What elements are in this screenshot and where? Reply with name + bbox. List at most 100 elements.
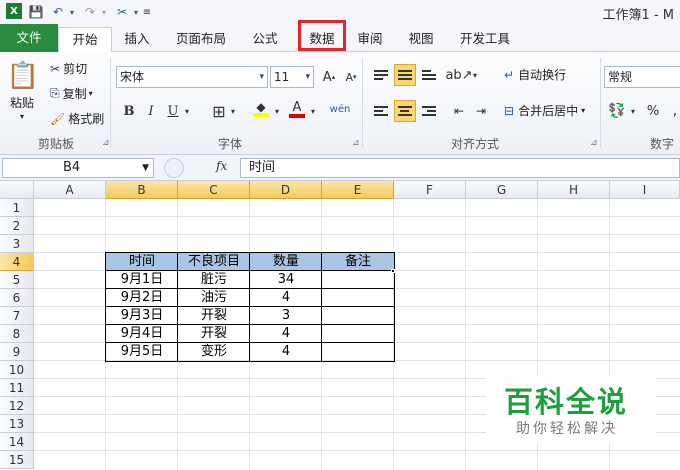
decrease-font-icon[interactable]: A ▾ <box>340 66 362 88</box>
row-header-8[interactable]: 8 <box>0 325 34 343</box>
fill-color-icon[interactable]: ◆ <box>250 98 272 120</box>
bold-button[interactable]: B <box>118 100 140 122</box>
font-group-label: 字体 <box>217 137 242 151</box>
font-color-dropdown-icon[interactable]: ▾ <box>308 100 318 122</box>
column-header-e[interactable]: E <box>322 181 394 199</box>
column-header-c[interactable]: C <box>178 181 250 199</box>
wrap-text-button[interactable]: ↵ 自动换行 <box>504 66 566 83</box>
tab-view[interactable]: 视图 <box>400 27 442 52</box>
column-header-a[interactable]: A <box>34 181 106 199</box>
tab-home[interactable]: 开始 <box>58 27 112 53</box>
column-header-b[interactable]: B <box>106 181 178 199</box>
row-header-1[interactable]: 1 <box>0 199 34 217</box>
copy-button[interactable]: ⎘ 复制 ▾ <box>50 85 93 102</box>
column-header-i[interactable]: I <box>610 181 680 199</box>
customize-toolbar-icon[interactable]: ≡ <box>142 3 152 21</box>
row-header-2[interactable]: 2 <box>0 217 34 235</box>
align-left-icon[interactable] <box>370 100 392 122</box>
orientation-icon[interactable]: ab↗ <box>445 64 472 86</box>
row-header-5[interactable]: 5 <box>0 271 34 289</box>
font-size-combo[interactable]: 11 ▾ <box>270 66 314 88</box>
name-box[interactable]: B4 ▼ <box>2 158 154 178</box>
comma-style-icon[interactable]: , <box>664 100 680 122</box>
insert-function-icon[interactable]: fx <box>216 159 227 173</box>
group-divider <box>110 58 111 148</box>
chevron-down-icon: ▾ <box>259 72 264 82</box>
alignment-launcher-icon[interactable]: ⊿ <box>590 138 598 148</box>
column-header-d[interactable]: D <box>250 181 322 199</box>
row-header-3[interactable]: 3 <box>0 235 34 253</box>
tab-developer[interactable]: 开发工具 <box>452 27 518 52</box>
row-header-12[interactable]: 12 <box>0 397 34 415</box>
align-middle-icon[interactable] <box>394 64 416 86</box>
font-launcher-icon[interactable]: ⊿ <box>352 138 360 148</box>
row-header-4[interactable]: 4 <box>0 253 34 271</box>
currency-icon[interactable]: 💱 <box>606 100 628 122</box>
tab-page-layout[interactable]: 页面布局 <box>168 27 234 52</box>
row-header-6[interactable]: 6 <box>0 289 34 307</box>
cut-button[interactable]: ✂ 剪切 <box>50 60 87 77</box>
name-box-value: B4 <box>63 160 81 175</box>
number-format-combo[interactable]: 常规 <box>604 66 680 88</box>
row-header-15[interactable]: 15 <box>0 451 34 469</box>
formula-bar-resize-handle[interactable] <box>164 158 184 178</box>
column-header-g[interactable]: G <box>466 181 538 199</box>
row-header-14[interactable]: 14 <box>0 433 34 451</box>
format-painter-button[interactable]: 🖌 格式刷 <box>50 110 104 127</box>
align-bottom-icon[interactable] <box>418 64 440 86</box>
paste-dropdown-icon[interactable]: ▾ <box>20 112 24 121</box>
undo-icon[interactable]: ↶ <box>50 3 66 21</box>
select-all-corner[interactable] <box>0 181 34 199</box>
increase-font-icon[interactable]: A ▴ <box>318 66 340 88</box>
phonetic-guide-icon[interactable]: wén <box>326 98 354 120</box>
increase-indent-icon[interactable]: ⇥ <box>470 100 492 122</box>
orientation-dropdown-icon[interactable]: ▾ <box>470 64 480 86</box>
row-header-10[interactable]: 10 <box>0 361 34 379</box>
borders-icon[interactable]: ⊞ <box>208 100 230 122</box>
fill-color-dropdown-icon[interactable]: ▾ <box>272 100 282 122</box>
font-size-value: 11 <box>274 70 290 84</box>
tab-review[interactable]: 审阅 <box>350 27 390 52</box>
column-header-h[interactable]: H <box>538 181 610 199</box>
name-box-dropdown-icon[interactable]: ▼ <box>142 159 149 177</box>
undo-dropdown-icon[interactable]: ▾ <box>68 3 76 21</box>
merge-center-button[interactable]: ⊟ 合并后居中 ▾ <box>504 102 585 119</box>
percent-button[interactable]: % <box>642 100 664 122</box>
align-center-icon[interactable] <box>394 100 416 122</box>
italic-button[interactable]: I <box>140 100 162 122</box>
merge-center-label: 合并后居中 <box>518 104 579 118</box>
tab-file[interactable]: 文件 <box>0 24 58 52</box>
font-color-icon[interactable]: A <box>286 98 308 120</box>
underline-button[interactable]: U <box>162 100 184 122</box>
align-top-icon[interactable] <box>370 64 392 86</box>
redo-dropdown-icon[interactable]: ▾ <box>100 3 108 21</box>
paste-button[interactable]: 粘贴 <box>10 94 34 111</box>
paste-icon[interactable]: 📋 <box>7 58 39 94</box>
currency-dropdown-icon[interactable]: ▾ <box>628 100 638 122</box>
tab-insert[interactable]: 插入 <box>112 27 162 52</box>
formula-input[interactable]: 时间 <box>240 158 680 178</box>
align-right-icon[interactable] <box>418 100 440 122</box>
tab-formulas[interactable]: 公式 <box>242 27 288 52</box>
column-header-f[interactable]: F <box>394 181 466 199</box>
underline-dropdown-icon[interactable]: ▾ <box>182 100 192 122</box>
row-header-11[interactable]: 11 <box>0 379 34 397</box>
row-header-7[interactable]: 7 <box>0 307 34 325</box>
clipboard-launcher-icon[interactable]: ⊿ <box>102 138 110 148</box>
decrease-indent-icon[interactable]: ⇤ <box>448 100 470 122</box>
redo-icon[interactable]: ↷ <box>82 3 98 21</box>
group-divider <box>362 58 363 148</box>
row-header-9[interactable]: 9 <box>0 343 34 361</box>
window-title: 工作簿1 - M <box>602 8 674 23</box>
watermark-subtitle: 助你轻松解决 <box>516 421 618 437</box>
font-name-combo[interactable]: 宋体 ▾ <box>116 66 268 88</box>
tools-dropdown-icon[interactable]: ▾ <box>132 3 140 21</box>
borders-dropdown-icon[interactable]: ▾ <box>228 100 238 122</box>
fill-handle[interactable] <box>391 269 395 273</box>
save-icon[interactable]: 💾 <box>28 3 44 21</box>
group-divider <box>600 58 601 148</box>
scissors-icon: ✂ <box>50 61 61 76</box>
grid-line <box>34 216 680 217</box>
row-header-13[interactable]: 13 <box>0 415 34 433</box>
tools-icon[interactable]: ✂ <box>114 3 130 21</box>
